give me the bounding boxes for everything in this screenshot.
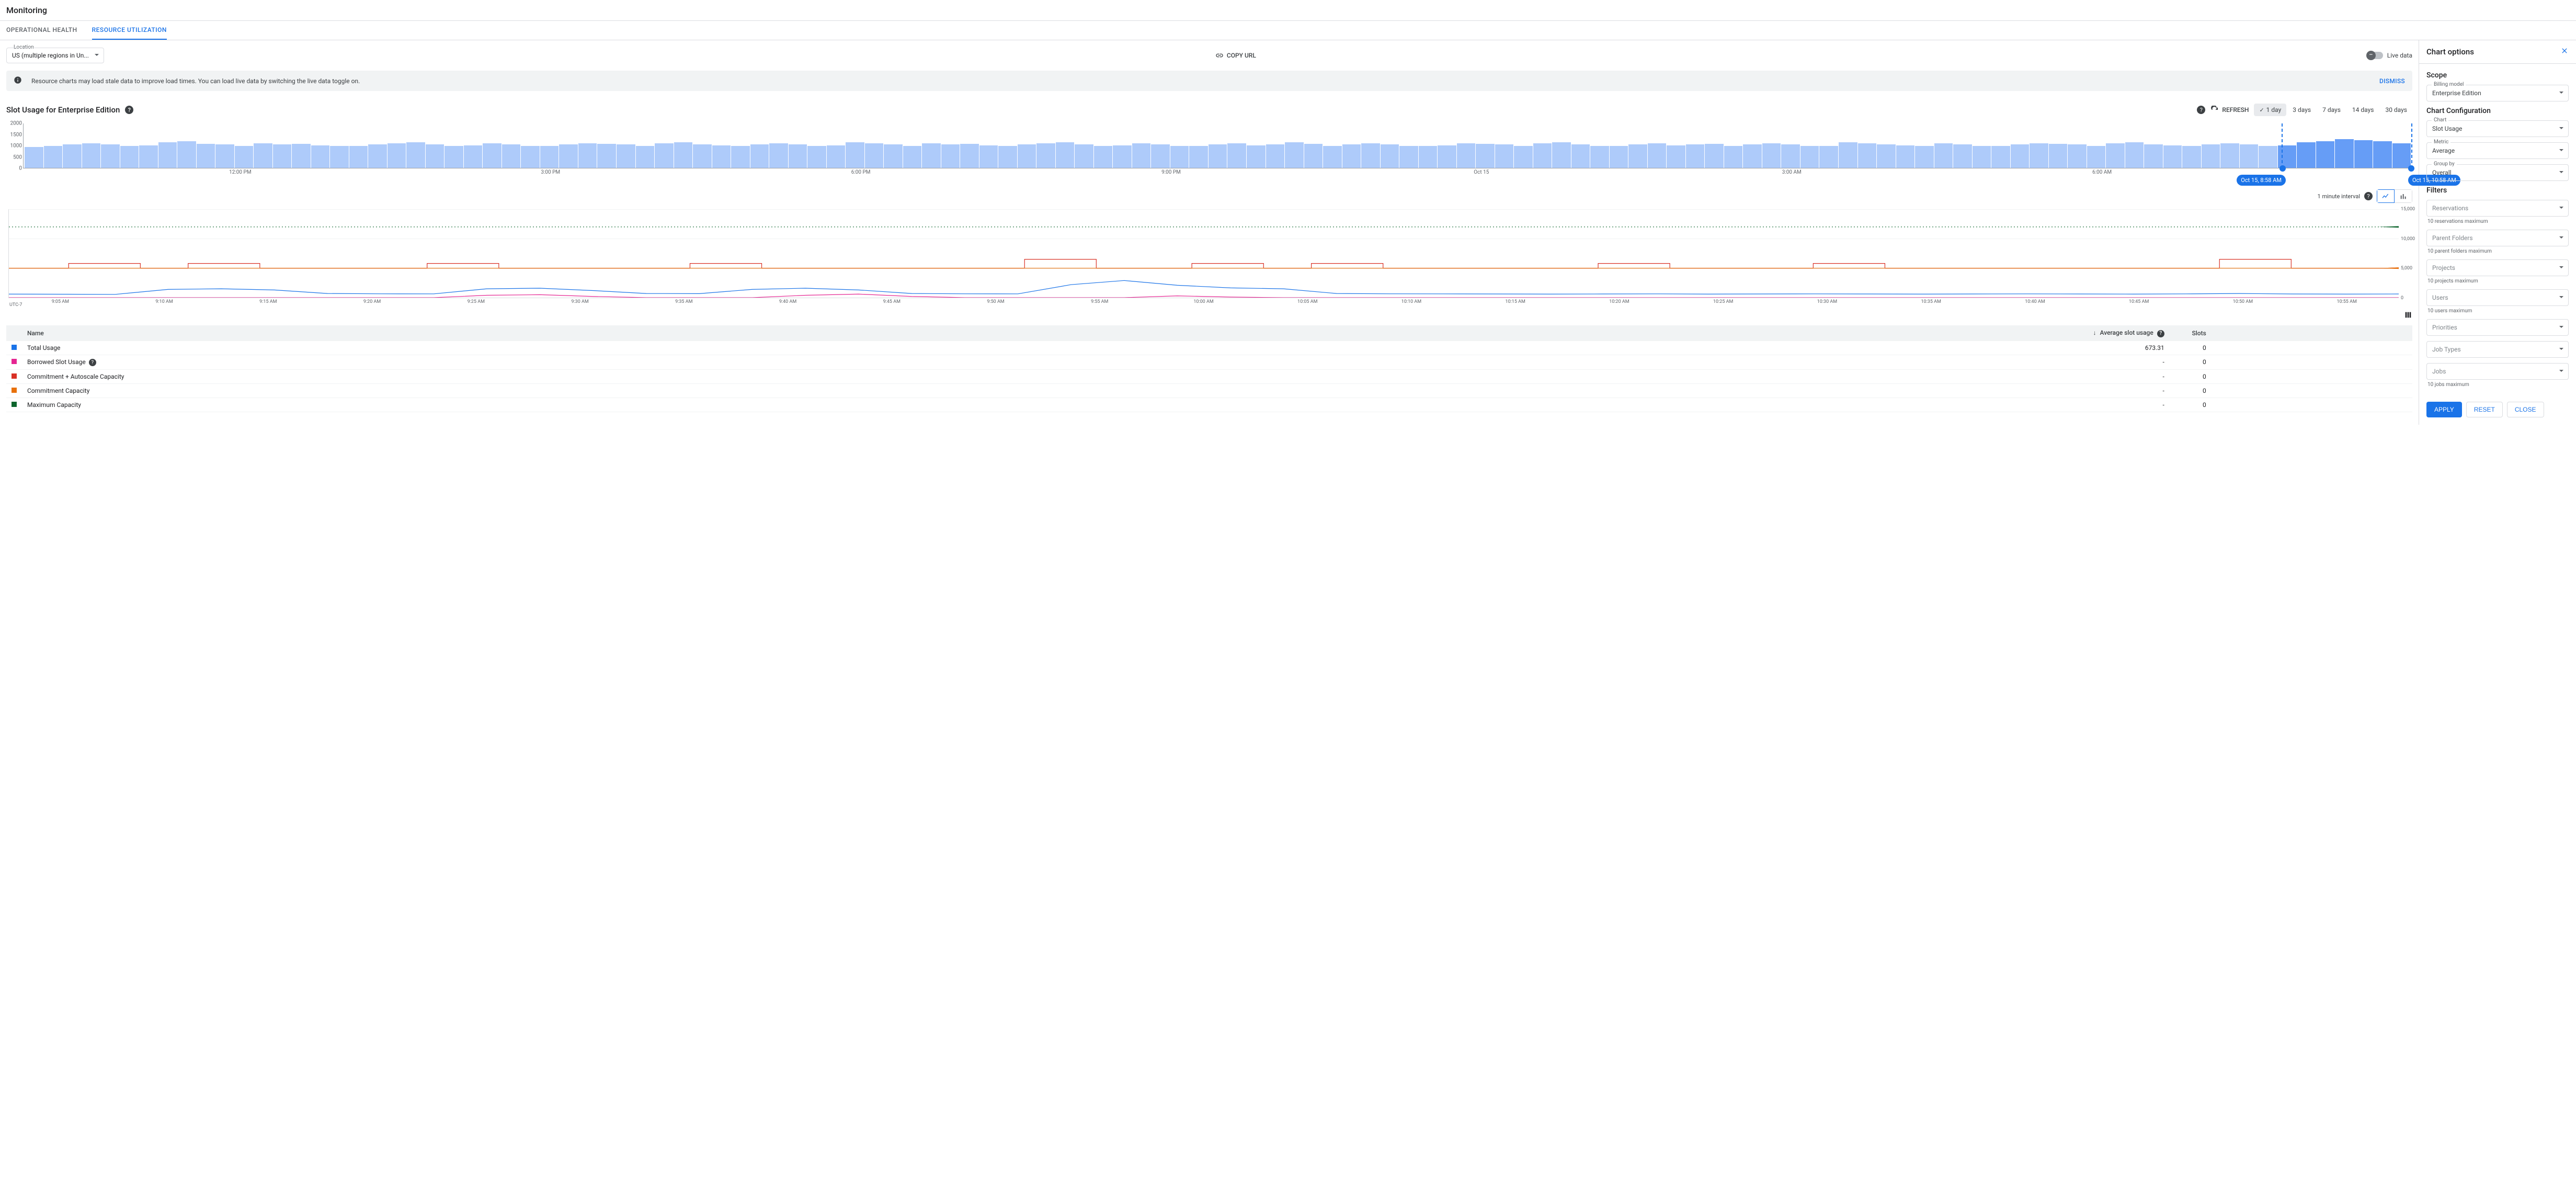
chevron-down-icon xyxy=(2559,169,2564,176)
overview-y-axis: 0500100015002000 xyxy=(4,123,22,168)
live-data-label: Live data xyxy=(2387,52,2412,59)
overview-chart[interactable]: 0500100015002000 12:00 PM3:00 PM6:00 PM9… xyxy=(4,123,2412,180)
chevron-down-icon xyxy=(2559,324,2564,331)
table-row[interactable]: Total Usage673.310 xyxy=(6,341,2412,355)
chart-options-panel: Chart options Scope Billing model Enterp… xyxy=(2419,40,2576,425)
columns-icon[interactable] xyxy=(2404,311,2412,321)
col-avg[interactable]: ↓ Average slot usage ? xyxy=(2086,325,2170,341)
timezone-label: UTC-7 xyxy=(9,302,22,308)
close-button[interactable]: CLOSE xyxy=(2507,402,2544,417)
dismiss-button[interactable]: DISMISS xyxy=(2379,77,2405,85)
help-icon[interactable]: ? xyxy=(2364,192,2373,200)
overview-x-axis: 12:00 PM3:00 PM6:00 PM9:00 PMOct 153:00 … xyxy=(23,169,2412,180)
table-row[interactable]: Borrowed Slot Usage?-0 xyxy=(6,355,2412,370)
sort-down-icon: ↓ xyxy=(2093,329,2096,336)
color-swatch xyxy=(12,345,17,350)
tabs: OPERATIONAL HEALTH RESOURCE UTILIZATION xyxy=(0,21,2576,40)
help-icon[interactable]: ? xyxy=(2157,330,2164,337)
job-types-select[interactable]: Job Types xyxy=(2426,341,2569,358)
range-pill-3-days[interactable]: 3 days xyxy=(2287,104,2316,116)
parent-folders-helper: 10 parent folders maximum xyxy=(2427,248,2569,254)
color-swatch xyxy=(12,388,17,393)
tab-resource-utilization[interactable]: RESOURCE UTILIZATION xyxy=(92,21,167,40)
chevron-down-icon xyxy=(2559,205,2564,212)
color-swatch xyxy=(12,373,17,379)
color-swatch xyxy=(12,359,17,364)
bar-chart-icon xyxy=(2399,192,2408,200)
projects-helper: 10 projects maximum xyxy=(2427,278,2569,284)
chevron-down-icon xyxy=(2559,89,2564,97)
detail-plot xyxy=(8,209,2399,298)
chevron-down-icon xyxy=(2559,346,2564,353)
main-content: Location US (multiple regions in Un... C… xyxy=(0,40,2419,425)
minus-icon: − xyxy=(2366,51,2376,60)
line-chart-button[interactable] xyxy=(2377,189,2395,203)
billing-model-select[interactable]: Billing model Enterprise Edition xyxy=(2426,85,2569,101)
projects-select[interactable]: Projects xyxy=(2426,259,2569,276)
copy-url-button[interactable]: COPY URL xyxy=(1215,51,1256,60)
reset-button[interactable]: RESET xyxy=(2466,402,2503,417)
live-data-toggle[interactable]: − xyxy=(2367,52,2383,59)
chevron-down-icon xyxy=(2559,294,2564,301)
banner-text: Resource charts may load stale data to i… xyxy=(31,77,360,85)
chart-select[interactable]: Chart Slot Usage xyxy=(2426,120,2569,137)
range-pill-7-days[interactable]: 7 days xyxy=(2317,104,2346,116)
detail-chart[interactable]: 05,00010,00015,000 9:05 AM9:10 AM9:15 AM… xyxy=(6,209,2412,309)
metric-select[interactable]: Metric Average xyxy=(2426,142,2569,159)
refresh-icon xyxy=(2210,106,2219,114)
legend-table: Name ↓ Average slot usage ? Slots Total … xyxy=(6,325,2412,412)
tab-operational-health[interactable]: OPERATIONAL HEALTH xyxy=(6,21,77,40)
jobs-select[interactable]: Jobs xyxy=(2426,363,2569,380)
location-select[interactable]: Location US (multiple regions in Un... xyxy=(6,48,104,63)
range-pill-14-days[interactable]: 14 days xyxy=(2347,104,2379,116)
line-chart-icon xyxy=(2381,192,2390,200)
time-range-selector: ✓1 day3 days7 days14 days30 days xyxy=(2254,104,2412,116)
chevron-down-icon xyxy=(2559,125,2564,132)
info-banner: Resource charts may load stale data to i… xyxy=(6,71,2412,91)
chevron-down-icon xyxy=(2559,147,2564,154)
chevron-down-icon xyxy=(2559,264,2564,271)
panel-title: Chart options xyxy=(2426,47,2474,56)
chevron-down-icon xyxy=(94,52,99,59)
overview-bars xyxy=(23,123,2412,168)
help-icon[interactable]: ? xyxy=(89,359,96,366)
bar-chart-button[interactable] xyxy=(2395,189,2412,203)
location-value: US (multiple regions in Un... xyxy=(12,52,89,59)
close-icon[interactable] xyxy=(2560,47,2569,57)
apply-button[interactable]: APPLY xyxy=(2426,402,2462,417)
refresh-button[interactable]: REFRESH xyxy=(2210,106,2249,114)
priorities-select[interactable]: Priorities xyxy=(2426,319,2569,336)
group-by-select[interactable]: Group by Overall xyxy=(2426,164,2569,181)
chevron-down-icon xyxy=(2559,368,2564,375)
detail-x-axis: 9:05 AM9:10 AM9:15 AM9:20 AM9:25 AM9:30 … xyxy=(8,299,2399,309)
chevron-down-icon xyxy=(2559,234,2564,242)
range-pill-30-days[interactable]: 30 days xyxy=(2380,104,2412,116)
section-chart-config: Chart Configuration xyxy=(2426,107,2569,115)
table-row[interactable]: Maximum Capacity-0 xyxy=(6,398,2412,412)
users-select[interactable]: Users xyxy=(2426,289,2569,306)
table-row[interactable]: Commitment + Autoscale Capacity-0 xyxy=(6,370,2412,384)
reservations-helper: 10 reservations maximum xyxy=(2427,219,2569,224)
refresh-label: REFRESH xyxy=(2222,106,2249,114)
copy-url-label: COPY URL xyxy=(1227,52,1256,59)
parent-folders-select[interactable]: Parent Folders xyxy=(2426,230,2569,246)
interval-label: 1 minute interval xyxy=(2318,193,2360,200)
detail-y-axis: 05,00010,00015,000 xyxy=(2399,209,2412,298)
color-swatch xyxy=(12,402,17,407)
jobs-helper: 10 jobs maximum xyxy=(2427,382,2569,388)
users-helper: 10 users maximum xyxy=(2427,308,2569,314)
col-name[interactable]: Name xyxy=(22,325,2086,341)
page-title: Monitoring xyxy=(0,0,2576,21)
reservations-select[interactable]: Reservations xyxy=(2426,200,2569,217)
section-filters: Filters xyxy=(2426,186,2569,195)
info-icon xyxy=(14,76,22,86)
help-icon[interactable]: ? xyxy=(2197,106,2205,114)
col-slots[interactable]: Slots xyxy=(2170,325,2212,341)
table-row[interactable]: Commitment Capacity-0 xyxy=(6,384,2412,398)
chart-title: Slot Usage for Enterprise Edition xyxy=(6,105,120,115)
link-icon xyxy=(1215,51,1224,60)
section-scope: Scope xyxy=(2426,71,2569,80)
help-icon[interactable]: ? xyxy=(125,106,133,114)
range-pill-1-day[interactable]: ✓1 day xyxy=(2254,104,2286,116)
